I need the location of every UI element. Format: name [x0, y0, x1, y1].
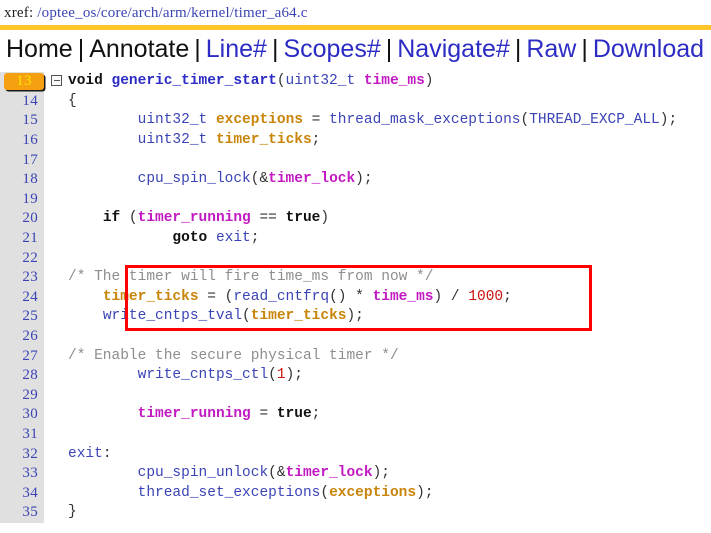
line-number-28[interactable]: 28: [0, 366, 44, 386]
code-line: 28 write_cntps_ctl(1);: [0, 366, 711, 386]
code-line: 18 cpu_spin_lock(&timer_lock);: [0, 170, 711, 190]
code-line-text: [66, 327, 77, 347]
code-line-text: [66, 386, 77, 406]
nav-item-raw[interactable]: Raw: [526, 35, 576, 63]
code-line-text: uint32_t timer_ticks;: [137, 132, 321, 149]
nav-item-scopes[interactable]: Scopes#: [283, 35, 380, 63]
code-line-text: uint32_t exceptions = thread_mask_except…: [137, 112, 678, 129]
line-number-14[interactable]: 14: [0, 91, 44, 112]
line-number-16[interactable]: 16: [0, 131, 44, 151]
nav-item-download[interactable]: Download: [593, 35, 704, 63]
code-line-text: [66, 151, 77, 171]
line-number-17[interactable]: 17: [0, 150, 44, 171]
navigation-bar: Home | Annotate | Line# | Scopes# | Navigate# | Ra…: [0, 30, 711, 72]
nav-item-annotate[interactable]: Annotate: [89, 35, 189, 63]
line-number-15[interactable]: 15: [0, 111, 44, 132]
line-number-23[interactable]: 23: [0, 268, 44, 288]
xref-breadcrumb: xref: /optee_os/core/arch/arm/kernel/tim…: [0, 0, 711, 25]
code-line-text: void generic_timer_start(uint32_t time_m…: [68, 73, 434, 90]
code-line-text: exit:: [68, 445, 112, 462]
code-line-text: goto exit;: [172, 230, 260, 246]
nav-item-line-number[interactable]: Line#: [206, 35, 267, 63]
code-line: 32 exit:: [0, 444, 711, 465]
code-line: 34 thread_set_exceptions(exceptions);: [0, 483, 711, 504]
nav-separator: |: [194, 35, 201, 63]
line-number-33[interactable]: 33: [0, 464, 44, 484]
line-number-35[interactable]: 35: [0, 503, 44, 523]
line-number-20[interactable]: 20: [0, 209, 44, 229]
code-line-text: cpu_spin_lock(&timer_lock);: [137, 171, 373, 188]
line-number-29[interactable]: 29: [0, 385, 44, 406]
code-line: 27 /* Enable the secure physical timer *…: [0, 346, 711, 367]
code-line: 21 goto exit;: [0, 229, 711, 249]
line-number-25[interactable]: 25: [0, 307, 44, 327]
line-number-31[interactable]: 31: [0, 424, 44, 445]
code-line: 23 /* The timer will fire time_ms from n…: [0, 268, 711, 288]
code-line-text: thread_set_exceptions(exceptions);: [137, 484, 434, 501]
code-line-text: cpu_spin_unlock(&timer_lock);: [137, 465, 390, 482]
code-line: 20 if (timer_running == true): [0, 209, 711, 229]
nav-separator: |: [704, 35, 711, 63]
nav-separator: |: [581, 35, 588, 63]
line-number-27[interactable]: 27: [0, 346, 44, 367]
code-line-text: timer_running = true;: [137, 406, 321, 423]
code-line-text: }: [68, 504, 77, 521]
code-line: 16 uint32_t timer_ticks;: [0, 131, 711, 151]
code-line-text: write_cntps_tval(timer_ticks);: [102, 308, 364, 325]
code-line: 15 uint32_t exceptions = thread_mask_exc…: [0, 111, 711, 132]
code-line: 24 timer_ticks = (read_cntfrq() * time_m…: [0, 287, 711, 308]
line-number-34[interactable]: 34: [0, 483, 44, 504]
code-line: 1313 void generic_timer_start(uint32_t ti…: [0, 72, 711, 92]
code-line: 14 {: [0, 91, 711, 112]
line-number-22[interactable]: 22: [0, 248, 44, 269]
nav-separator: |: [385, 35, 393, 63]
line-number-19[interactable]: 19: [0, 189, 44, 210]
code-line-text: [66, 425, 77, 445]
line-number-24[interactable]: 24: [0, 287, 44, 308]
code-line: 29: [0, 385, 711, 406]
code-line-text: timer_ticks = (read_cntfrq() * time_ms) …: [102, 288, 512, 305]
current-line-marker: 13: [4, 73, 44, 91]
code-line: 33 cpu_spin_unlock(&timer_lock);: [0, 464, 711, 484]
source-code-viewer: 1313 void generic_timer_start(uint32_t ti…: [0, 72, 711, 523]
code-line-text: write_cntps_ctl(1);: [137, 367, 303, 384]
collapse-box-icon[interactable]: [51, 75, 62, 87]
code-line: 22: [0, 248, 711, 269]
line-number-26[interactable]: 26: [0, 326, 44, 347]
code-line: 19: [0, 189, 711, 210]
code-line: 35}: [0, 503, 711, 523]
code-line: 26: [0, 326, 711, 347]
code-line: 30 timer_running = true;: [0, 405, 711, 425]
nav-item-home[interactable]: Home: [6, 35, 73, 63]
nav-separator: |: [271, 35, 279, 63]
xref-path[interactable]: /optee_os/core/arch/arm/kernel/timer_a64…: [37, 5, 307, 21]
line-number-18[interactable]: 18: [0, 170, 44, 190]
code-line-text: /* The timer will fire time_ms from now …: [68, 269, 434, 286]
nav-separator: |: [514, 35, 522, 63]
code-line: 31: [0, 424, 711, 445]
line-number-13[interactable]: 1313: [0, 72, 44, 92]
code-line-text: {: [68, 92, 77, 109]
code-line-text: [66, 190, 77, 210]
code-line: 25 write_cntps_tval(timer_ticks);: [0, 307, 711, 327]
nav-item-navigate[interactable]: Navigate#: [397, 35, 510, 63]
code-line-text: /* Enable the secure physical timer */: [68, 347, 399, 364]
code-line: 17: [0, 150, 711, 171]
line-number-32[interactable]: 32: [0, 444, 44, 465]
code-line-text: [66, 249, 77, 269]
xref-label: xref:: [4, 5, 34, 21]
nav-separator: |: [77, 35, 85, 63]
line-number-30[interactable]: 30: [0, 405, 44, 425]
code-line-text: if (timer_running == true): [102, 210, 330, 227]
line-number-21[interactable]: 21: [0, 229, 44, 249]
